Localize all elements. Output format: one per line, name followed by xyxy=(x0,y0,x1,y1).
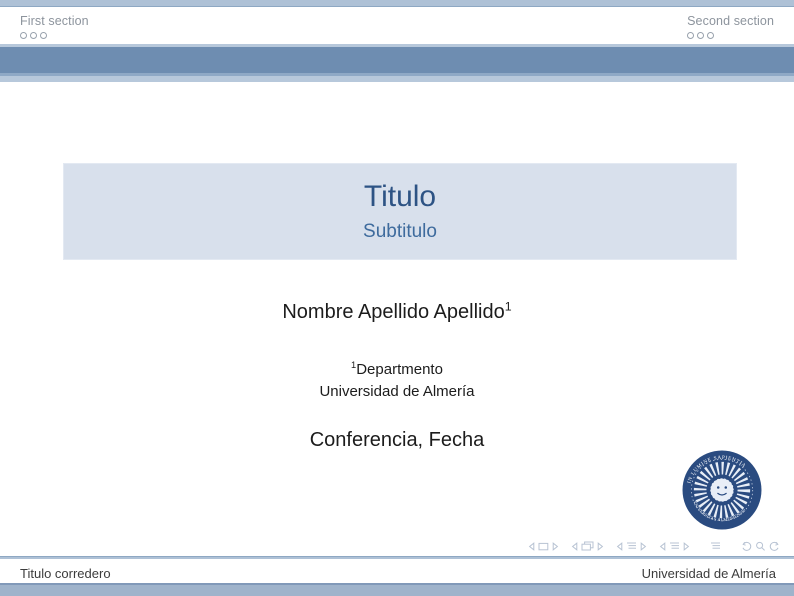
next-section-icon[interactable] xyxy=(683,542,690,551)
institute-block: 1Departmento Universidad de Almería xyxy=(0,359,794,403)
slide-title: Titulo xyxy=(364,180,436,214)
footer-bar: Titulo corredero Universidad de Almería xyxy=(0,559,794,583)
prev-overlay-icon[interactable] xyxy=(571,542,578,551)
slide-subtitle: Subtitulo xyxy=(363,220,437,243)
frame-dot[interactable] xyxy=(707,32,714,39)
prev-frame-icon[interactable] xyxy=(528,542,535,551)
beamer-navigation-bar xyxy=(528,540,780,552)
section-second[interactable]: Second section xyxy=(687,14,774,39)
next-frame-icon[interactable] xyxy=(552,542,559,551)
section-second-label[interactable]: Second section xyxy=(687,14,774,28)
prev-subsection-icon[interactable] xyxy=(616,542,623,551)
title-box: Titulo Subtitulo xyxy=(63,163,737,260)
search-icon[interactable] xyxy=(755,541,766,552)
bottom-strip xyxy=(0,583,794,596)
beamer-title-slide: First section Second section Titulo Subt… xyxy=(0,0,794,596)
author-footnote-mark: 1 xyxy=(505,299,512,313)
subsection-nav-group xyxy=(616,541,647,551)
overlay-frames-icon[interactable] xyxy=(581,541,594,551)
redo-icon[interactable] xyxy=(769,541,780,552)
frame-nav-group xyxy=(528,542,559,551)
author-name: Nombre Apellido Apellido xyxy=(282,301,504,323)
section-first-dots xyxy=(20,32,89,39)
institute-university: Universidad de Almería xyxy=(0,381,794,403)
frame-dot[interactable] xyxy=(687,32,694,39)
section-nav-group xyxy=(659,541,690,551)
overlay-nav-group xyxy=(571,541,604,551)
frame-dot[interactable] xyxy=(30,32,37,39)
author-line: Nombre Apellido Apellido1 xyxy=(0,301,794,324)
next-overlay-icon[interactable] xyxy=(597,542,604,551)
section-lines-icon[interactable] xyxy=(669,541,680,551)
frame-dot[interactable] xyxy=(40,32,47,39)
frame-icon[interactable] xyxy=(538,542,549,551)
document-lines-icon[interactable] xyxy=(710,541,721,551)
footer-short-title: Titulo corredero xyxy=(20,566,111,581)
top-strip xyxy=(0,0,794,7)
history-nav-group xyxy=(741,541,780,552)
undo-icon[interactable] xyxy=(741,541,752,552)
institute-department: Departmento xyxy=(356,361,443,378)
university-seal-logo: IN LUMINE SAPIENTIA VNIVERSITAS ALMERIEN… xyxy=(680,448,764,532)
section-first-label[interactable]: First section xyxy=(20,14,89,28)
next-subsection-icon[interactable] xyxy=(640,542,647,551)
band-main xyxy=(0,47,794,73)
footer-institution: Universidad de Almería xyxy=(642,566,776,581)
band-line-bottom xyxy=(0,76,794,82)
institute-department-line: 1Departmento xyxy=(0,359,794,381)
frame-dot[interactable] xyxy=(697,32,704,39)
subsection-lines-icon[interactable] xyxy=(626,541,637,551)
section-header: First section Second section xyxy=(0,8,794,44)
conference-date: Conferencia, Fecha xyxy=(0,429,794,452)
frame-dot[interactable] xyxy=(20,32,27,39)
section-first[interactable]: First section xyxy=(20,14,89,39)
prev-section-icon[interactable] xyxy=(659,542,666,551)
section-second-dots xyxy=(687,32,774,39)
